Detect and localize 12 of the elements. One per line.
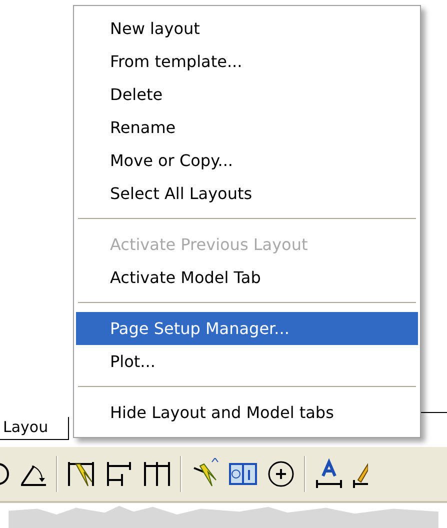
menu-item[interactable]: Move or Copy... (76, 144, 418, 177)
menu-item[interactable]: From template... (76, 45, 418, 78)
menu-item[interactable]: Rename (76, 111, 418, 144)
menu-item[interactable]: New layout (76, 12, 418, 45)
menu-item[interactable]: Delete (76, 78, 418, 111)
menu-item[interactable]: Hide Layout and Model tabs (76, 396, 418, 429)
menu-item[interactable]: Select All Layouts (76, 177, 418, 210)
dimension-text-icon[interactable] (314, 458, 344, 490)
menu-item[interactable]: Plot... (76, 345, 418, 378)
menu-item[interactable]: Activate Model Tab (76, 261, 418, 294)
layout-tab[interactable]: Layou (0, 417, 70, 440)
menu-item[interactable]: Page Setup Manager... (76, 312, 418, 345)
